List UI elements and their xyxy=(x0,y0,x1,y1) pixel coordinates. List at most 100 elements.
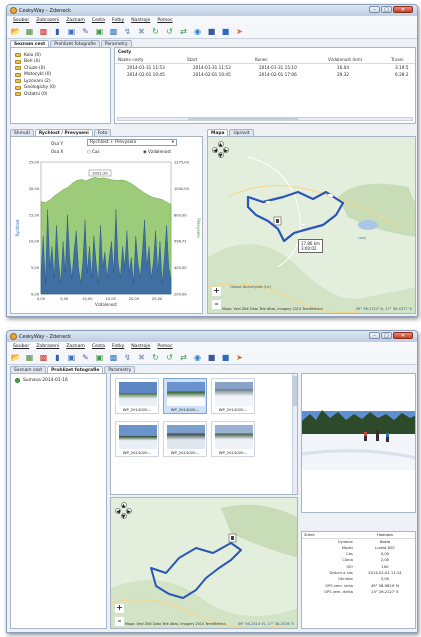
menu-zaznam[interactable]: Zaznam xyxy=(66,344,85,349)
chart-icon[interactable]: ▩ xyxy=(38,26,49,37)
table-cell[interactable]: 2014-01-31 11:53 xyxy=(193,65,231,70)
menu-fotky[interactable]: Fotky xyxy=(112,18,124,23)
menu-nastroje[interactable]: Nastroje xyxy=(131,344,150,349)
menu-soubor[interactable]: Soubor xyxy=(13,344,29,349)
facebook-icon[interactable]: ■ xyxy=(206,352,217,363)
open-folder-icon[interactable]: 📂 xyxy=(10,352,21,363)
gps-icon[interactable]: ▣ xyxy=(66,352,77,363)
refresh-icon[interactable]: ↺ xyxy=(164,26,175,37)
zoom-out-button[interactable]: – xyxy=(115,617,124,626)
close-button[interactable]: ✕ xyxy=(393,332,413,339)
table-cell[interactable]: 16.04 xyxy=(337,65,349,70)
pan-right-icon[interactable]: ▶ xyxy=(223,146,229,154)
exit-icon[interactable]: ➤ xyxy=(234,352,245,363)
image-icon[interactable]: ▦ xyxy=(24,352,35,363)
tools-icon[interactable]: ✖ xyxy=(136,352,147,363)
table-cell[interactable]: 2014-02-01 17:06 xyxy=(259,72,297,77)
menu-cesta[interactable]: Cesta xyxy=(92,18,105,23)
photo-thumbnail-selected[interactable]: WP_2014020... xyxy=(163,378,207,414)
menu-nastroje[interactable]: Nastroje xyxy=(131,18,150,23)
menu-pomoc[interactable]: Pomoc xyxy=(157,344,172,349)
table-cell[interactable]: 3:19:5 xyxy=(395,65,408,70)
pan-right-icon[interactable]: ▶ xyxy=(126,507,132,515)
zoom-out-button[interactable]: – xyxy=(212,300,221,309)
exit-icon[interactable]: ➤ xyxy=(234,26,245,37)
photos-icon[interactable]: ▩ xyxy=(108,26,119,37)
edit-icon[interactable]: ✎ xyxy=(80,26,91,37)
zoom-in-button[interactable]: + xyxy=(212,287,221,296)
pan-down-icon[interactable]: ▼ xyxy=(217,152,224,159)
map-view[interactable]: ▲ ◀ ▶ ▼ 17,86 km 3:00:02 Oblast Nomelyadt… xyxy=(207,136,416,314)
image-icon[interactable]: ▦ xyxy=(24,26,35,37)
export-icon[interactable]: ⇄ xyxy=(178,352,189,363)
table-cell[interactable]: 2014-01-31 11:53 xyxy=(127,65,165,70)
globe-icon[interactable]: ◉ xyxy=(192,26,203,37)
photo-thumbnail[interactable]: WP_2014020... xyxy=(163,421,207,457)
info-icon[interactable]: ■ xyxy=(220,26,231,37)
horizontal-scrollbar[interactable] xyxy=(117,117,413,121)
menu-fotky[interactable]: Fotky xyxy=(112,344,124,349)
table-cell[interactable]: 2014-01-31 15:10 xyxy=(259,65,297,70)
table-cell[interactable]: 2014-02-01 10:45 xyxy=(127,72,165,77)
route-icon[interactable]: ↯ xyxy=(122,352,133,363)
photo-thumbnail[interactable]: WP_2014020... xyxy=(211,421,255,457)
open-folder-icon[interactable]: 📂 xyxy=(10,26,21,37)
menu-cesta[interactable]: Cesta xyxy=(92,344,105,349)
menu-soubor[interactable]: Soubor xyxy=(13,18,29,23)
photo-thumbnail[interactable]: WP_2014020... xyxy=(211,378,255,414)
photo-thumbnail[interactable]: WP_2014020... xyxy=(115,421,159,457)
album-item[interactable]: Sumava 2014-01-16 xyxy=(11,377,106,384)
speed-elevation-chart[interactable]: 25,00 20,00 15,00 10,00 5,00 0,00 1275,00 1000,… xyxy=(11,156,202,314)
radio-distance[interactable]: ◉ Vzdalenost xyxy=(143,149,171,154)
map-pan-control[interactable]: ▲ ◀ ▶ ▼ xyxy=(115,502,132,520)
pan-down-icon[interactable]: ▼ xyxy=(120,513,127,520)
photo-map-icon[interactable]: ▣ xyxy=(94,26,105,37)
column-header[interactable]: Nazev cesty xyxy=(118,57,143,62)
minimize-button[interactable]: – xyxy=(369,332,380,339)
globe-icon xyxy=(15,377,20,383)
column-header[interactable]: Start xyxy=(187,57,197,62)
info-icon[interactable]: ■ xyxy=(220,352,231,363)
sync-icon[interactable]: ↻ xyxy=(150,26,161,37)
device-icon[interactable]: ▮ xyxy=(52,352,63,363)
menu-zobrazeni[interactable]: Zobrazeni xyxy=(36,18,59,23)
tools-icon[interactable]: ✖ xyxy=(136,26,147,37)
minimize-button[interactable]: – xyxy=(369,6,380,13)
facebook-icon[interactable]: ■ xyxy=(206,26,217,37)
table-cell[interactable]: 29.32 xyxy=(337,72,349,77)
photo-map-icon[interactable]: ▣ xyxy=(94,352,105,363)
pan-up-icon[interactable]: ▲ xyxy=(120,502,127,509)
photo-map-view[interactable]: ▲ ◀ ▶ ▼ + – Mapa: Veel ZNX Data Tele Atl… xyxy=(110,497,298,629)
menu-zaznam[interactable]: Zaznam xyxy=(66,18,85,23)
pan-up-icon[interactable]: ▲ xyxy=(217,141,224,148)
device-icon[interactable]: ▮ xyxy=(52,26,63,37)
sync-icon[interactable]: ↻ xyxy=(150,352,161,363)
pan-left-icon[interactable]: ◀ xyxy=(212,146,218,154)
pan-left-icon[interactable]: ◀ xyxy=(115,507,121,515)
thumbnail-scrollbar[interactable] xyxy=(292,374,297,494)
export-icon[interactable]: ⇄ xyxy=(178,26,189,37)
table-cell[interactable]: 2014-02-01 10:45 xyxy=(193,72,231,77)
menu-pomoc[interactable]: Pomoc xyxy=(157,18,172,23)
category-item[interactable]: Ostatni (0) xyxy=(11,91,110,98)
menu-zobrazeni[interactable]: Zobrazeni xyxy=(36,344,59,349)
photo-thumbnail[interactable]: WP_2014020... xyxy=(115,378,159,414)
zoom-in-button[interactable]: + xyxy=(115,604,124,613)
globe-icon[interactable]: ◉ xyxy=(192,352,203,363)
axis1-select[interactable]: Rychlost + Prevyseni ▾ xyxy=(87,139,177,146)
gps-icon[interactable]: ▣ xyxy=(66,26,77,37)
chart-icon[interactable]: ▩ xyxy=(38,352,49,363)
map-pan-control[interactable]: ▲ ◀ ▶ ▼ xyxy=(212,141,229,159)
table-cell[interactable]: 6:28:2 xyxy=(395,72,408,77)
close-button[interactable]: ✕ xyxy=(393,6,413,13)
column-header[interactable]: Trvani xyxy=(391,57,404,62)
column-header[interactable]: Konec xyxy=(255,57,268,62)
maximize-button[interactable]: □ xyxy=(381,332,392,339)
radio-time[interactable]: ○ Cas xyxy=(87,149,100,154)
photos-icon[interactable]: ▩ xyxy=(108,352,119,363)
route-icon[interactable]: ↯ xyxy=(122,26,133,37)
edit-icon[interactable]: ✎ xyxy=(80,352,91,363)
refresh-icon[interactable]: ↺ xyxy=(164,352,175,363)
column-header[interactable]: Vzdalenost (km) xyxy=(328,57,362,62)
maximize-button[interactable]: □ xyxy=(381,6,392,13)
